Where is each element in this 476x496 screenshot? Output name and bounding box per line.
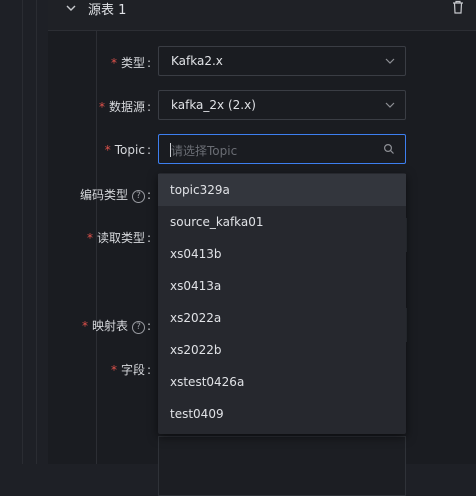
chevron-down-icon	[385, 58, 395, 64]
search-icon	[383, 143, 394, 154]
type-select[interactable]: Kafka2.x	[158, 46, 406, 76]
chevron-down-icon	[385, 102, 395, 108]
topic-option[interactable]: xs0413a	[158, 270, 406, 302]
panel-divider	[96, 30, 97, 464]
topic-option[interactable]: xs0413b	[158, 238, 406, 270]
panel-title: 源表 1	[88, 3, 127, 18]
topic-select[interactable]: 请选择Topic	[158, 134, 406, 164]
type-label: * 类型:	[110, 56, 151, 70]
topic-option[interactable]: xstest0426a	[158, 366, 406, 398]
datasource-select-value: kafka_2x (2.x)	[171, 98, 256, 112]
topic-option[interactable]: xs2022a	[158, 302, 406, 334]
datasource-label: * 数据源:	[98, 100, 151, 114]
outer-border-line	[22, 0, 23, 464]
topic-label: * Topic:	[104, 143, 151, 157]
topic-option[interactable]: source_kafka01	[158, 206, 406, 238]
panel-header[interactable]: 源表 1	[48, 0, 476, 31]
topic-option[interactable]: topic329a	[158, 174, 406, 206]
datasource-select[interactable]: kafka_2x (2.x)	[158, 90, 406, 120]
topic-option[interactable]: xs2022b	[158, 334, 406, 366]
mapping-table-label: * 映射表?:	[81, 319, 151, 334]
chevron-down-icon[interactable]	[64, 1, 78, 15]
encoding-label: 编码类型?:	[79, 188, 151, 203]
trash-icon[interactable]	[451, 0, 465, 14]
outer-border-line	[36, 0, 37, 464]
topic-placeholder: 请选择Topic	[171, 144, 238, 158]
type-select-value: Kafka2.x	[171, 54, 223, 68]
read-type-label: * 读取类型:	[86, 231, 151, 245]
question-icon[interactable]: ?	[131, 321, 145, 334]
fields-area[interactable]	[158, 436, 406, 496]
topic-dropdown: topic329a source_kafka01 xs0413b xs0413a xs2…	[158, 173, 406, 434]
fields-label: * 字段:	[110, 363, 151, 377]
topic-option[interactable]: test0409	[158, 398, 406, 430]
question-icon[interactable]: ?	[131, 190, 145, 203]
